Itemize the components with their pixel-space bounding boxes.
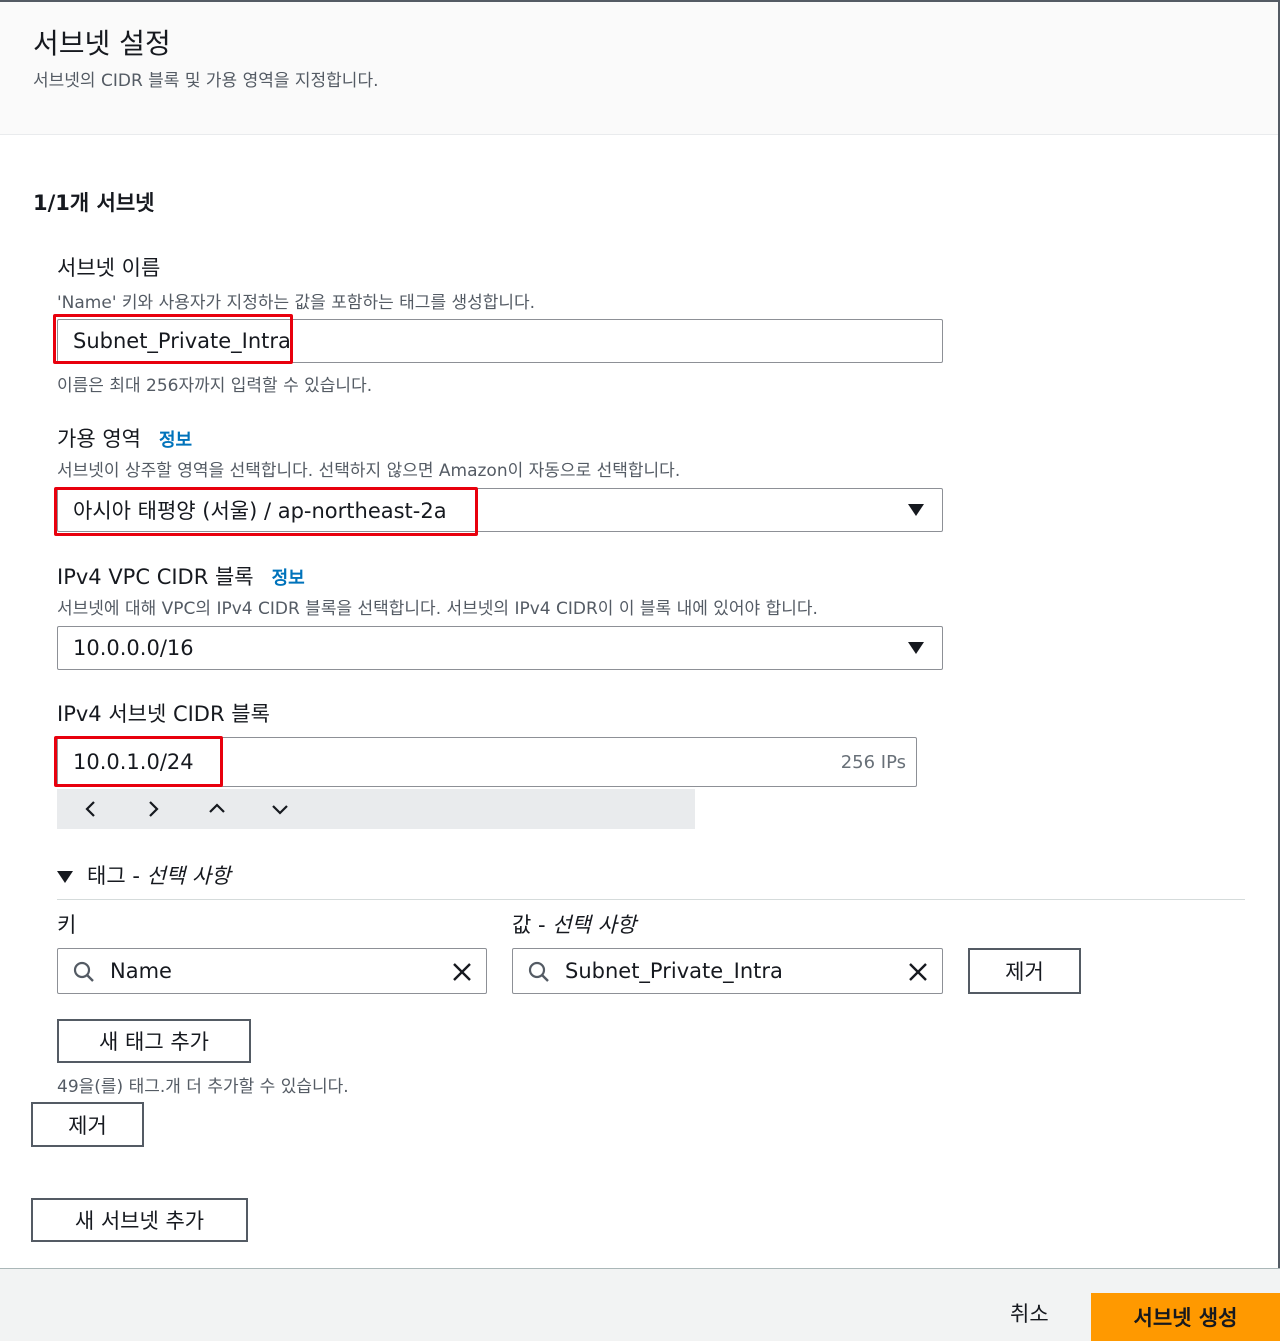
add-subnet-button[interactable]: 새 서브넷 추가 bbox=[31, 1198, 248, 1242]
tag-value-label-row: 값 - 선택 사항 bbox=[512, 909, 636, 939]
chevron-up-icon[interactable] bbox=[205, 797, 229, 821]
tag-value-value: Subnet_Private_Intra bbox=[565, 959, 783, 983]
create-subnet-button[interactable]: 서브넷 생성 bbox=[1091, 1293, 1280, 1341]
chevron-left-icon[interactable] bbox=[79, 797, 103, 821]
az-label-row: 가용 영역 정보 bbox=[57, 423, 192, 453]
search-icon bbox=[72, 960, 96, 984]
vpc-cidr-label-row: IPv4 VPC CIDR 블록 정보 bbox=[57, 561, 305, 591]
tags-optional: 선택 사항 bbox=[146, 864, 231, 888]
subnet-cidr-label: IPv4 서브넷 CIDR 블록 bbox=[57, 702, 270, 726]
subnet-name-description: 'Name' 키와 사용자가 지정하는 값을 포함하는 태그를 생성합니다. bbox=[57, 293, 536, 313]
vpc-cidr-label: IPv4 VPC CIDR 블록 bbox=[57, 565, 254, 589]
remove-tag-button[interactable]: 제거 bbox=[968, 948, 1081, 994]
page-description: 서브넷의 CIDR 블록 및 가용 영역을 지정합니다. bbox=[33, 71, 379, 91]
caret-down-icon bbox=[908, 642, 924, 654]
highlight-box-az bbox=[54, 487, 478, 536]
tags-toggle[interactable]: 태그 - 선택 사항 bbox=[57, 860, 231, 890]
tags-remaining-text: 49을(를) 태그.개 더 추가할 수 있습니다. bbox=[57, 1077, 349, 1097]
az-info-link[interactable]: 정보 bbox=[159, 430, 192, 451]
caret-down-icon bbox=[57, 871, 73, 883]
vpc-cidr-description: 서브넷에 대해 VPC의 IPv4 CIDR 블록을 선택합니다. 서브넷의 I… bbox=[57, 599, 818, 619]
vpc-cidr-select[interactable]: 10.0.0.0/16 bbox=[57, 626, 943, 670]
page-title: 서브넷 설정 bbox=[33, 27, 171, 60]
vpc-cidr-value: 10.0.0.0/16 bbox=[73, 636, 194, 660]
close-icon[interactable] bbox=[450, 960, 474, 984]
cancel-button[interactable]: 취소 bbox=[1010, 1298, 1049, 1328]
add-tag-button[interactable]: 새 태그 추가 bbox=[57, 1019, 251, 1063]
tag-value-label: 값 - bbox=[512, 913, 553, 937]
highlight-box-name bbox=[53, 314, 293, 364]
footer-bar bbox=[0, 1268, 1280, 1341]
tag-key-value: Name bbox=[110, 959, 172, 983]
vpc-cidr-info-link[interactable]: 정보 bbox=[272, 568, 305, 589]
highlight-box-cidr bbox=[54, 736, 223, 787]
cidr-stepper bbox=[57, 789, 695, 829]
tag-value-optional: 선택 사항 bbox=[552, 913, 637, 937]
az-label: 가용 영역 bbox=[57, 427, 141, 451]
subnet-name-hint: 이름은 최대 256자까지 입력할 수 있습니다. bbox=[57, 376, 373, 396]
subnet-name-label: 서브넷 이름 bbox=[57, 256, 161, 280]
tags-divider bbox=[57, 899, 1245, 900]
tag-value-input[interactable]: Subnet_Private_Intra bbox=[512, 948, 943, 994]
chevron-right-icon[interactable] bbox=[141, 797, 165, 821]
tag-key-input[interactable]: Name bbox=[57, 948, 487, 994]
az-description: 서브넷이 상주할 영역을 선택합니다. 선택하지 않으면 Amazon이 자동으… bbox=[57, 461, 681, 481]
subnet-count-title: 1/1개 서브넷 bbox=[33, 191, 155, 215]
chevron-down-icon[interactable] bbox=[268, 797, 292, 821]
caret-down-icon bbox=[908, 504, 924, 516]
tag-key-label: 키 bbox=[57, 913, 77, 937]
close-icon[interactable] bbox=[906, 960, 930, 984]
ip-count: 256 IPs bbox=[840, 751, 906, 773]
remove-subnet-button[interactable]: 제거 bbox=[31, 1102, 144, 1147]
search-icon bbox=[527, 960, 551, 984]
tags-title: 태그 - bbox=[87, 864, 147, 888]
